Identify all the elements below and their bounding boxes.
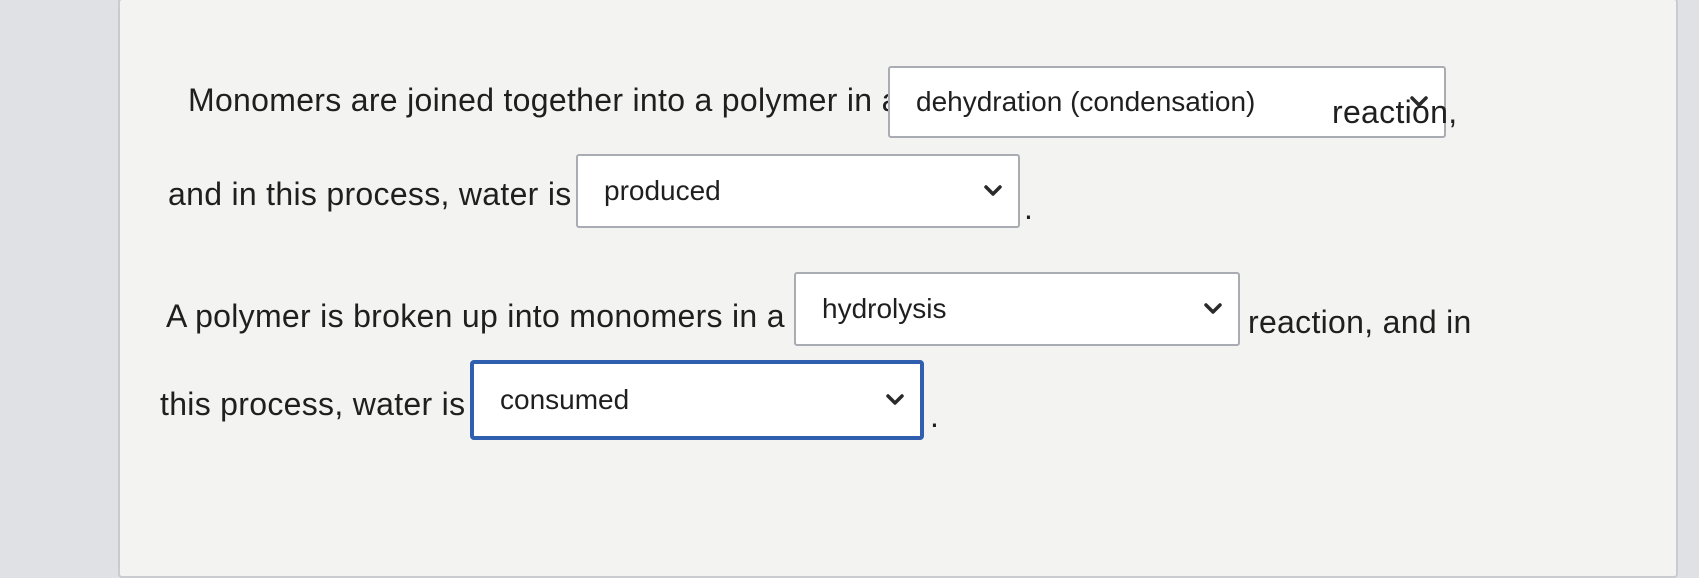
q1-text-middle: reaction,	[1332, 94, 1458, 130]
question-panel: Monomers are joined together into a poly…	[118, 0, 1678, 578]
q2-water-value: consumed	[500, 384, 630, 415]
q2-reaction-type-select[interactable]: hydrolysis	[794, 272, 1240, 346]
q2-reaction-type-value: hydrolysis	[822, 293, 947, 324]
q1-reaction-type-value: dehydration (condensation)	[916, 86, 1256, 117]
chevron-down-icon	[1204, 303, 1222, 314]
q1-water-select[interactable]: produced	[576, 154, 1020, 228]
q1-end-period: .	[1024, 190, 1033, 226]
q2-text-before: A polymer is broken up into monomers in …	[166, 298, 785, 334]
q1-water-value: produced	[604, 175, 721, 206]
q1-text-before: Monomers are joined together into a poly…	[188, 82, 900, 118]
q2-text-line2: this process, water is	[160, 386, 466, 422]
chevron-down-icon	[984, 185, 1002, 196]
q2-end-period: .	[930, 398, 939, 434]
q2-water-select[interactable]: consumed	[470, 360, 924, 440]
q1-text-line2: and in this process, water is	[168, 176, 572, 212]
chevron-down-icon	[886, 394, 904, 405]
q2-text-middle: reaction, and in	[1248, 304, 1472, 340]
